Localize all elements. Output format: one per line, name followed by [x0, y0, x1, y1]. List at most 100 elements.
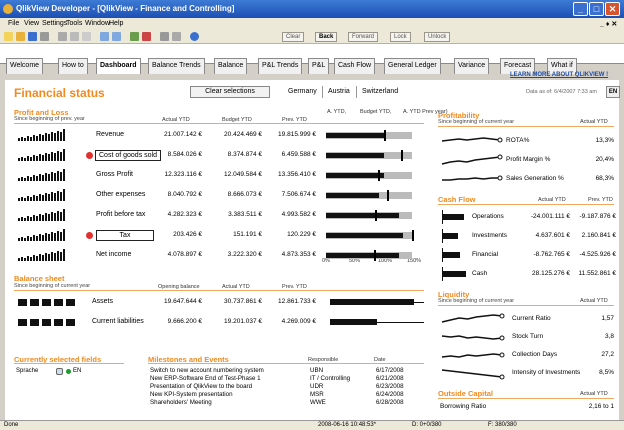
tab-pl[interactable]: P&L — [308, 58, 330, 74]
clear-selections-button[interactable]: Clear selections — [190, 86, 270, 98]
tab-how-to[interactable]: How to — [58, 58, 88, 74]
cashflow-actual: 28.125.276 € — [532, 270, 570, 277]
liquidity-value: 3,8 — [604, 333, 614, 340]
balance-subtitle: Since beginning of current year — [14, 283, 91, 289]
minimize-button[interactable]: _ — [573, 2, 588, 16]
pl-sparkline — [63, 129, 65, 141]
country-germany[interactable]: Germany — [288, 88, 317, 95]
pl-sparkline — [21, 197, 23, 201]
pl-actual: 8.584.026 € — [167, 151, 202, 158]
balance-sparkline — [66, 319, 75, 326]
learn-more-link[interactable]: LEARN MORE ABOUT QLIKVIEW ! — [510, 72, 608, 78]
reload-icon[interactable] — [130, 32, 139, 41]
tab-balance-trends[interactable]: Balance Trends — [148, 58, 205, 74]
pl-sparkline — [30, 177, 32, 181]
milestone-date: 6/21/2008 — [376, 375, 404, 382]
pl-sparkline — [24, 158, 26, 161]
pl-legend-2: Budget YTD, — [360, 109, 392, 115]
pl-sparkline — [42, 235, 44, 241]
country-austria[interactable]: Austria — [328, 88, 350, 95]
cashflow-bar — [442, 214, 464, 220]
menu-file[interactable]: File — [8, 20, 19, 27]
pl-sparkline — [36, 216, 38, 221]
pl-sparkline — [63, 169, 65, 181]
pl-prev: 6.459.588 € — [281, 151, 316, 158]
liquidity-label: Intensity of Investments — [512, 369, 581, 376]
menu-window[interactable]: Window — [85, 20, 110, 27]
close-button[interactable]: ✕ — [605, 2, 620, 16]
pl-sparkline — [54, 153, 56, 161]
open-icon[interactable] — [16, 32, 25, 41]
new-icon[interactable] — [4, 32, 13, 41]
pl-budget: 20.424.469 € — [224, 131, 262, 138]
liquidity-sparkline — [441, 335, 505, 341]
menu-settings[interactable]: Settings — [42, 20, 67, 27]
tab-dashboard[interactable]: Dashboard — [96, 58, 141, 74]
outside-title: Outside Capital — [438, 389, 494, 398]
pl-header-rule — [14, 123, 424, 124]
cut-icon[interactable] — [58, 32, 67, 41]
pl-row-label: Gross Profit — [96, 171, 133, 178]
pl-actual-bar — [326, 193, 380, 198]
search-icon[interactable] — [56, 368, 63, 375]
profitability-sparkline — [442, 175, 503, 181]
tab-pl-trends[interactable]: P&L Trends — [258, 58, 303, 74]
menu-tools[interactable]: Tools — [66, 20, 82, 27]
menu-help[interactable]: Help — [109, 20, 123, 27]
unlock-button[interactable]: Unlock — [424, 32, 451, 42]
tab-balance[interactable]: Balance — [214, 58, 248, 74]
properties-icon[interactable] — [160, 32, 169, 41]
menu-view[interactable]: View — [24, 20, 39, 27]
language-button[interactable]: EN — [606, 86, 620, 98]
forward-button[interactable]: Forward — [348, 32, 379, 42]
tab-general-ledger[interactable]: General Ledger — [384, 58, 441, 74]
print-icon[interactable] — [40, 32, 49, 41]
pl-sparkline — [18, 178, 20, 181]
save-icon[interactable] — [28, 32, 37, 41]
tab-variance[interactable]: Variance — [454, 58, 490, 74]
undo-icon[interactable] — [100, 32, 109, 41]
pl-sparkline — [60, 232, 62, 241]
pl-actual-bar — [326, 213, 399, 218]
cashflow-title: Cash Flow — [438, 195, 476, 204]
profitability-value: 13,3% — [595, 137, 614, 144]
pl-row-label: Profit before tax — [96, 211, 146, 218]
pl-budget-marker — [377, 170, 380, 181]
milestone-event: New ERP-Software End of Test-Phase 1 — [150, 375, 261, 382]
mdi-controls-icon[interactable]: _ ♦ ✕ — [600, 20, 617, 28]
pl-sparkline — [57, 171, 59, 181]
pl-sparkline — [39, 254, 41, 261]
pl-sparkline — [24, 178, 26, 181]
milestone-responsible: UBN — [310, 367, 324, 374]
tab-welcome[interactable]: Welcome — [6, 58, 44, 74]
redo-icon[interactable] — [112, 32, 121, 41]
pl-sparkline — [60, 212, 62, 221]
layout-icon[interactable] — [172, 32, 181, 41]
pl-sparkline — [30, 257, 32, 261]
pl-sparkline — [18, 138, 20, 141]
pl-sparkline — [27, 176, 29, 181]
maximize-button[interactable]: □ — [589, 2, 604, 16]
copy-icon[interactable] — [70, 32, 79, 41]
pl-sparkline — [27, 216, 29, 221]
profitability-col: Actual YTD — [580, 119, 608, 125]
edit-script-icon[interactable] — [142, 32, 151, 41]
pl-sparkline — [21, 237, 23, 241]
milestone-responsible: IT / Controlling — [310, 375, 351, 382]
help-icon[interactable] — [190, 32, 199, 41]
selected-rule — [14, 363, 124, 364]
pl-sparkline — [60, 172, 62, 181]
selected-value[interactable]: EN — [73, 368, 81, 374]
country-switzerland[interactable]: Switzerland — [362, 88, 398, 95]
tab-cash-flow[interactable]: Cash Flow — [334, 58, 376, 74]
profitability-label: ROTA% — [506, 137, 530, 144]
pl-row-label[interactable]: Tax — [96, 230, 154, 241]
pl-sparkline — [36, 176, 38, 181]
status-timestamp: 2008-06-16 10:48:53* — [318, 422, 377, 428]
back-button[interactable]: Back — [315, 32, 338, 42]
page-title: Financial status — [14, 86, 105, 100]
paste-icon[interactable] — [82, 32, 91, 41]
clear-toolbar-button[interactable]: Clear — [282, 32, 305, 42]
cashflow-bar — [442, 233, 458, 239]
lock-button[interactable]: Lock — [390, 32, 411, 42]
